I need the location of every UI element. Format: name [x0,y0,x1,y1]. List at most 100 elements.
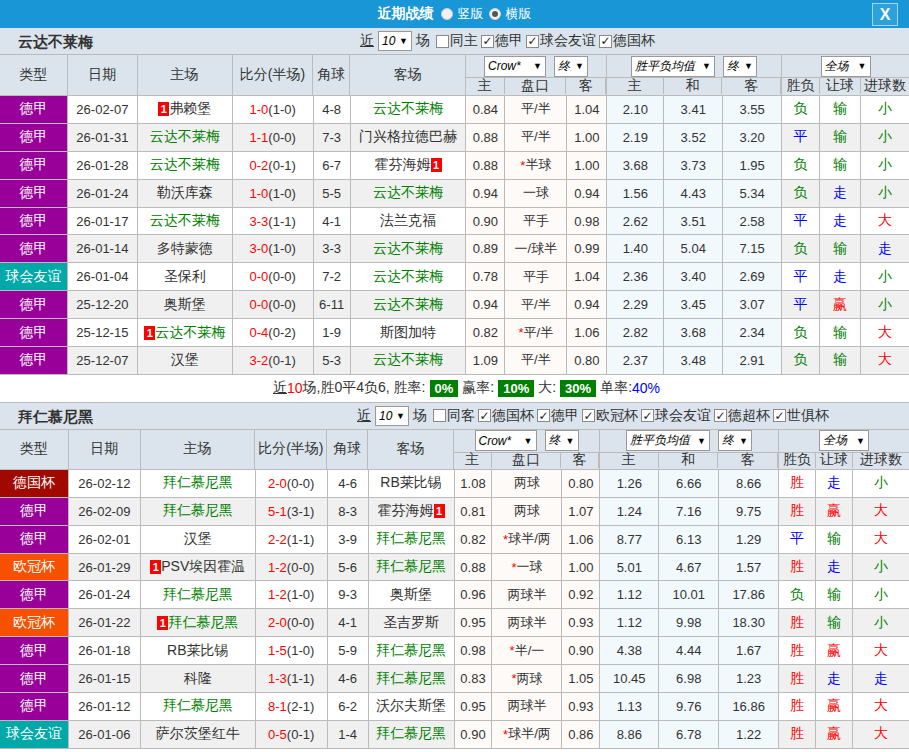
filter-checkbox-label[interactable]: 德国杯 [492,407,534,425]
handicap: 两球半 [507,697,546,715]
away-team-name[interactable]: 斯图加特 [380,324,436,342]
header-select[interactable]: 终▼ [545,430,579,451]
header-select[interactable]: Crow*▼ [484,56,546,77]
filter-checkbox-球会友谊[interactable]: ✓ [641,409,654,422]
away-team-name[interactable]: 法兰克福 [380,212,436,230]
league-type-cell: 球会友谊 [0,263,68,290]
filter-checkbox-球会友谊[interactable]: ✓ [526,35,539,48]
away-team-name[interactable]: 霍芬海姆 [375,156,431,174]
home-team-name[interactable]: 汉堡 [171,351,199,369]
sub-column-header: 和 [659,453,719,468]
away-team-name[interactable]: 云达不莱梅 [373,184,443,202]
handicap: 平/半 [521,351,551,369]
away-team-name[interactable]: 云达不莱梅 [373,240,443,258]
filter-checkbox-label[interactable]: 德甲 [495,32,523,50]
home-team-name[interactable]: 圣保利 [164,268,206,286]
filter-checkbox-label[interactable]: 球会友谊 [655,407,711,425]
close-icon[interactable]: X [872,3,898,26]
header-select[interactable]: 终▼ [723,56,757,77]
match-count-select[interactable]: 10▼ [375,406,409,426]
home-team-name[interactable]: 弗赖堡 [169,100,211,118]
away-team-name[interactable]: 云达不莱梅 [373,351,443,369]
home-team-name[interactable]: 拜仁慕尼黑 [163,586,233,604]
header-select[interactable]: 全场▼ [821,56,871,77]
away-team-name[interactable]: 奥斯堡 [390,586,432,604]
summary-recent-label: 近 [273,379,287,397]
handicap: 半球 [525,156,551,174]
home-team-name[interactable]: PSV埃因霍温 [161,558,245,576]
filter-checkbox-label[interactable]: 德国杯 [613,32,655,50]
euro-home: 8.77 [617,532,642,547]
filter-checkbox-label[interactable]: 同客 [447,407,475,425]
away-team-name[interactable]: 圣吉罗斯 [383,614,439,632]
result-wdl: 负 [794,184,808,202]
home-team-name[interactable]: 拜仁慕尼黑 [168,614,238,632]
home-team-name[interactable]: 拜仁慕尼黑 [163,697,233,715]
header-select-value: Crow* [488,59,521,73]
away-team-name[interactable]: 拜仁慕尼黑 [376,530,446,548]
filter-checkbox-欧冠杯[interactable]: ✓ [582,409,595,422]
away-team-name[interactable]: 拜仁慕尼黑 [376,558,446,576]
home-team-name[interactable]: 萨尔茨堡红牛 [156,725,240,743]
filter-checkbox-德甲[interactable]: ✓ [537,409,550,422]
home-team-name[interactable]: 拜仁慕尼黑 [163,502,233,520]
filter-checkbox-label[interactable]: 欧冠杯 [596,407,638,425]
away-team-name[interactable]: 云达不莱梅 [373,296,443,314]
filter-checkbox-label[interactable]: 德超杯 [728,407,770,425]
home-team-name[interactable]: 多特蒙德 [157,240,213,258]
filter-checkbox-世俱杯[interactable]: ✓ [773,409,786,422]
header-select[interactable]: 终▼ [554,56,588,77]
away-team-name[interactable]: 霍芬海姆 [378,502,434,520]
home-team-name[interactable]: 云达不莱梅 [150,212,220,230]
vertical-radio-label[interactable]: 竖版 [458,5,484,23]
away-team-name[interactable]: 门兴格拉德巴赫 [359,128,457,146]
filter-checkbox-德国杯[interactable]: ✓ [599,35,612,48]
home-team-name[interactable]: 奥斯堡 [164,296,206,314]
home-team-name[interactable]: 勒沃库森 [157,184,213,202]
match-count-select[interactable]: 10▼ [378,31,412,51]
result-goals: 走 [874,670,888,688]
header-select[interactable]: 终▼ [718,430,752,451]
filter-checkbox-德超杯[interactable]: ✓ [714,409,727,422]
horizontal-radio[interactable] [489,8,501,20]
away-water: 0.93 [568,615,593,630]
vertical-radio[interactable] [441,8,453,20]
away-team-name[interactable]: 云达不莱梅 [373,100,443,118]
home-team-name[interactable]: RB莱比锡 [167,642,228,660]
halftime-score: (0-1) [287,727,314,742]
match-date: 26-02-09 [78,504,130,519]
away-team-name[interactable]: 沃尔夫斯堡 [376,697,446,715]
home-team-name[interactable]: 汉堡 [184,530,212,548]
euro-home: 1.13 [617,699,642,714]
filter-checkbox-label[interactable]: 世俱杯 [787,407,829,425]
home-team-name[interactable]: 拜仁慕尼黑 [163,474,233,492]
home-team-name[interactable]: 云达不莱梅 [155,324,225,342]
filter-checkbox-德甲[interactable]: ✓ [481,35,494,48]
filter-checkbox-label[interactable]: 球会友谊 [540,32,596,50]
away-team-name[interactable]: RB莱比锡 [380,474,441,492]
header-select[interactable]: Crow*▼ [475,430,537,451]
header-select[interactable]: 胜平负均值▼ [631,56,715,77]
filter-checkbox-同客[interactable] [433,409,446,422]
filter-checkbox-同主[interactable] [436,35,449,48]
halftime-score: (1-0) [268,241,295,256]
header-group-sublabels: 主和客 [600,453,778,468]
home-team-name[interactable]: 云达不莱梅 [150,128,220,146]
home-team-name[interactable]: 科隆 [184,670,212,688]
away-team-name[interactable]: 云达不莱梅 [373,268,443,286]
header-select[interactable]: 全场▼ [819,430,869,451]
euro-draw: 3.68 [681,325,706,340]
filter-checkbox-label[interactable]: 同主 [450,32,478,50]
filter-checkbox-label[interactable]: 德甲 [551,407,579,425]
table-row: 德甲26-01-24拜仁慕尼黑1-2(1-0)9-3奥斯堡0.96两球半0.92… [0,581,909,609]
euro-home: 2.19 [623,130,648,145]
home-team-name[interactable]: 云达不莱梅 [150,156,220,174]
away-team-name[interactable]: 拜仁慕尼黑 [376,670,446,688]
away-team-name[interactable]: 拜仁慕尼黑 [376,725,446,743]
result-handicap: 走 [833,184,847,202]
filter-checkbox-德国杯[interactable]: ✓ [478,409,491,422]
header-select[interactable]: 胜平负均值▼ [626,430,710,451]
table-row: 欧冠杯26-01-221拜仁慕尼黑2-0(0-0)4-1圣吉罗斯0.95两球半0… [0,609,909,637]
horizontal-radio-label[interactable]: 横版 [506,5,532,23]
away-team-name[interactable]: 拜仁慕尼黑 [376,642,446,660]
